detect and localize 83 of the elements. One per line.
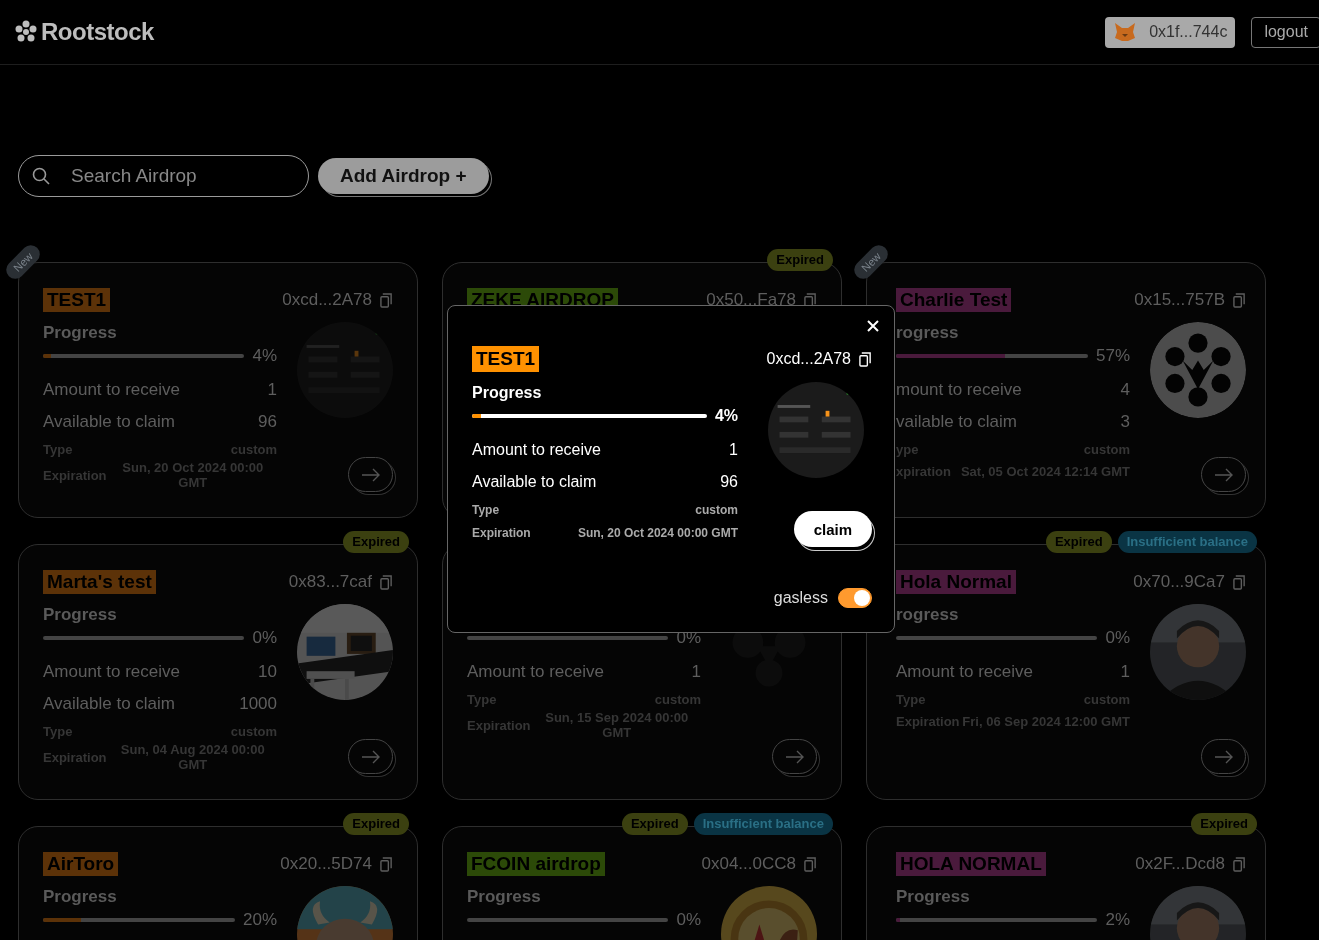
airdrop-name-tag: AirToro <box>43 852 119 876</box>
status-badge: Insufficient balance <box>1117 531 1257 553</box>
contract-address: 0xcd...2A78 <box>282 290 372 310</box>
contract-address: 0x20...5D74 <box>280 854 372 874</box>
contract-address: 0xcd...2A78 <box>766 350 851 368</box>
progress-label: Progress <box>43 887 117 906</box>
fox-icon <box>1113 22 1138 42</box>
progress-percent: 4% <box>252 346 277 366</box>
progress-label: Progress <box>43 605 117 624</box>
progress-label: Progress <box>467 887 541 906</box>
field-label: Amount to receive <box>43 380 180 400</box>
field-label: Amount to receive <box>467 662 604 682</box>
status-badge: Expired <box>343 531 409 553</box>
field-label: vailable to claim <box>896 412 1017 432</box>
search-field[interactable]: Search Airdrop <box>18 155 309 197</box>
field-label: Available to claim <box>472 473 597 491</box>
status-badge: Insufficient balance <box>693 813 833 835</box>
field-label: Amount to receive <box>472 441 601 459</box>
arrow-right-icon <box>784 749 805 764</box>
progress-label: rogress <box>896 605 959 624</box>
gasless-label: gasless <box>773 589 828 607</box>
field-value: Sun, 20 Oct 2024 00:00 GMT <box>577 525 738 540</box>
progress-label: Progress <box>43 323 117 342</box>
arrow-right-icon <box>360 467 381 482</box>
logout-button[interactable]: logout <box>1251 16 1319 48</box>
search-icon <box>32 167 50 185</box>
arrow-right-icon <box>1213 467 1234 482</box>
progress-percent: 0% <box>252 628 277 648</box>
status-badge: Expired <box>1045 531 1112 553</box>
progress-percent: 57% <box>1095 346 1130 366</box>
field-value: 96 <box>258 412 277 432</box>
field-value: 1 <box>267 380 277 400</box>
progress-label: Progress <box>472 384 542 401</box>
status-badge: Expired <box>767 249 833 271</box>
add-airdrop-button[interactable]: Add Airdrop + <box>318 158 489 194</box>
status-badge: Expired <box>343 813 409 835</box>
field-value: 1000 <box>239 694 277 714</box>
contract-address: 0x04...0CC8 <box>701 854 796 874</box>
field-label: Type <box>472 502 500 517</box>
arrow-right-icon <box>360 749 381 764</box>
airdrop-name-tag: FCOIN airdrop <box>467 852 605 876</box>
gasless-toggle[interactable] <box>838 588 872 608</box>
progress-percent: 4% <box>714 407 738 425</box>
progress-label: rogress <box>896 323 959 342</box>
field-label: Expiration <box>472 525 531 540</box>
logo-text: Rootstock <box>41 18 154 46</box>
logo-icon <box>14 20 38 44</box>
contract-address: 0x50...Fa78 <box>706 290 796 310</box>
field-value: 3 <box>1120 412 1130 432</box>
airdrop-name-tag: TEST1 <box>43 288 111 312</box>
airdrop-name-tag: TEST1 <box>472 346 540 372</box>
token-logo-icon <box>1150 322 1246 418</box>
status-badge: Expired <box>621 813 688 835</box>
contract-address: 0x15...757B <box>1134 290 1225 310</box>
airdrop-name-tag: HOLA NORMAL <box>896 852 1046 876</box>
progress-percent: 20% <box>242 910 277 930</box>
progress-label: Progress <box>896 887 970 906</box>
wallet-button[interactable]: 0x1f...744c <box>1105 16 1236 48</box>
airdrop-name-tag: Charlie Test <box>896 288 1012 312</box>
field-value: 1 <box>691 662 701 682</box>
status-badge: Expired <box>1191 813 1257 835</box>
contract-address: 0x2F...Dcd8 <box>1135 854 1225 874</box>
contract-address: 0x83...7caf <box>288 572 372 592</box>
airdrop-name-tag: Hola Normal <box>896 570 1016 594</box>
progress-percent: 2% <box>1105 910 1130 930</box>
field-value: 10 <box>258 662 277 682</box>
field-value: 1 <box>1120 662 1130 682</box>
contract-address: 0x70...9Ca7 <box>1133 572 1225 592</box>
close-icon[interactable] <box>866 319 880 333</box>
airdrop-name-tag: Marta's test <box>43 570 156 594</box>
field-value: 1 <box>729 441 738 459</box>
field-label: Available to claim <box>43 412 175 432</box>
field-value: 96 <box>720 473 738 491</box>
field-label: mount to receive <box>896 380 1022 400</box>
arrow-right-icon <box>1213 749 1234 764</box>
copy-icon[interactable] <box>859 351 872 367</box>
field-value: custom <box>695 502 738 517</box>
field-value: 4 <box>1120 380 1130 400</box>
field-label: Amount to receive <box>896 662 1033 682</box>
progress-percent: 0% <box>676 910 701 930</box>
progress-percent: 0% <box>1105 628 1130 648</box>
field-label: Amount to receive <box>43 662 180 682</box>
field-label: Available to claim <box>43 694 175 714</box>
